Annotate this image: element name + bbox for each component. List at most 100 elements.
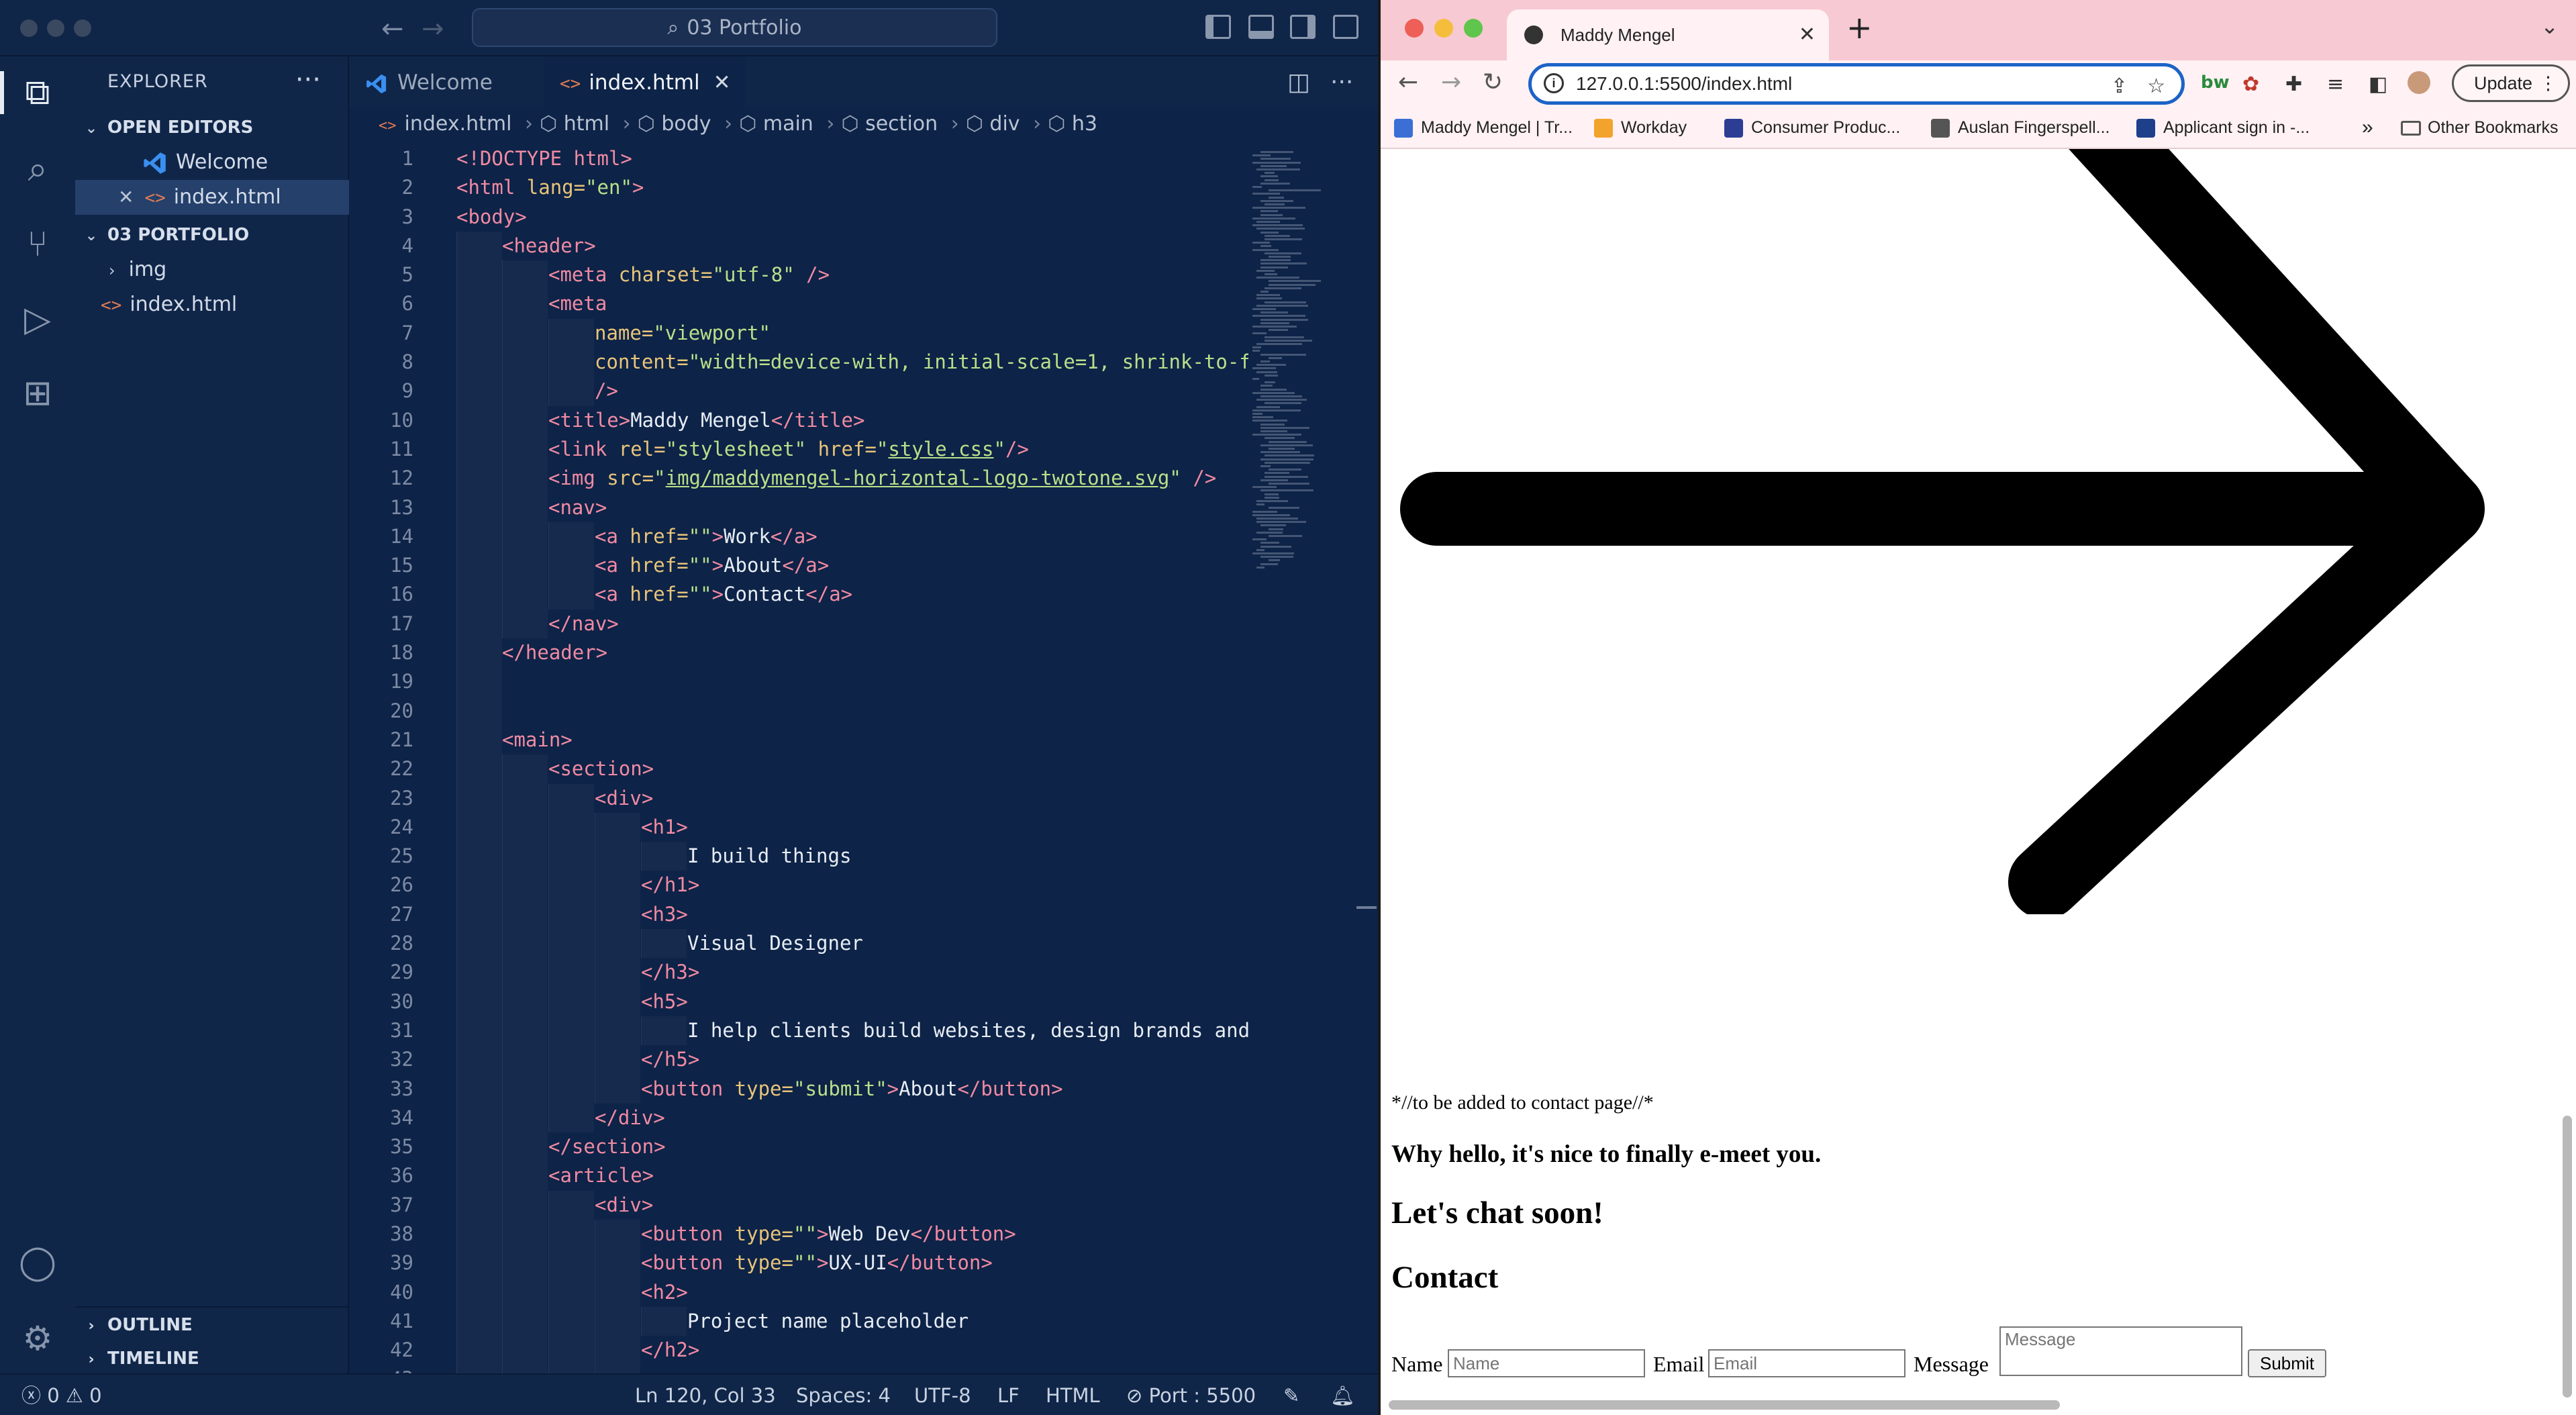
bookmark-star-icon[interactable]: ☆ <box>2147 69 2165 104</box>
line-number: 8 <box>401 350 413 374</box>
bookmark-item[interactable]: Maddy Mengel | Tr... <box>1394 111 1573 144</box>
reload-icon[interactable]: ↻ <box>1483 68 1503 96</box>
new-tab-button[interactable]: + <box>1846 9 1873 46</box>
minimap[interactable] <box>1248 144 1356 614</box>
bookmark-item[interactable]: Applicant sign in -... <box>2136 111 2310 144</box>
info-icon[interactable]: i <box>1544 73 1564 93</box>
name-input[interactable]: Name <box>1448 1349 1645 1377</box>
customize-layout-icon[interactable] <box>1333 15 1358 39</box>
code-text: /> <box>595 379 618 403</box>
split-editor-icon[interactable]: ◫ <box>1287 68 1310 96</box>
minimize-window-button[interactable] <box>1434 19 1453 38</box>
bookmark-item[interactable]: Consumer Produc... <box>1724 111 1900 144</box>
tab-search-icon[interactable]: ⌄ <box>2540 13 2559 39</box>
minimap-line <box>1269 440 1307 443</box>
folder-item-img[interactable]: › img <box>75 252 349 287</box>
extensions-puzzle-icon[interactable]: ✚ <box>2285 72 2302 96</box>
zoom-window-button[interactable] <box>74 19 91 37</box>
extensions-icon[interactable]: ⊞ <box>16 372 59 415</box>
browser-tab[interactable]: Maddy Mengel ✕ <box>1507 9 1829 60</box>
breadcrumb-item[interactable]: h3 <box>1072 112 1097 136</box>
reading-list-icon[interactable]: ≡ <box>2327 72 2344 96</box>
breadcrumb-item[interactable]: section <box>865 112 938 136</box>
code-text: <h2> <box>641 1280 688 1304</box>
problems-status[interactable]: ⓧ 0 ⚠ 0 <box>21 1375 102 1415</box>
accounts-icon[interactable]: ◯ <box>16 1240 59 1283</box>
horizontal-scrollbar[interactable] <box>1389 1400 2060 1410</box>
code-editor[interactable]: 1 <!DOCTYPE html> 2 <html lang="en"> 3 <bod… <box>349 144 1248 1389</box>
submit-button[interactable]: Submit <box>2248 1349 2326 1377</box>
source-control-icon[interactable]: ⑂ <box>16 223 59 266</box>
folder-item-index-html[interactable]: <> index.html <box>75 287 349 322</box>
html-file-icon: <> <box>560 74 581 94</box>
minimap-line <box>1265 472 1290 475</box>
greeting-heading: Why hello, it's nice to finally e-meet y… <box>1391 1140 1822 1168</box>
extension-color-icon[interactable]: ✿ <box>2242 72 2259 96</box>
feedback-icon[interactable]: ✎ <box>1283 1375 1299 1415</box>
forward-arrow-icon[interactable]: → <box>1441 68 1461 96</box>
close-tab-icon[interactable]: ✕ <box>1799 9 1816 60</box>
breadcrumb-item[interactable]: main <box>763 112 813 136</box>
extension-bw-icon[interactable]: bw <box>2201 72 2230 93</box>
back-arrow-icon[interactable]: ← <box>1398 68 1418 96</box>
eol-status[interactable]: LF <box>997 1375 1020 1415</box>
cursor-position[interactable]: Ln 120, Col 33 <box>635 1375 776 1415</box>
breadcrumb-item[interactable]: body <box>661 112 711 136</box>
settings-gear-icon[interactable]: ⚙ <box>16 1317 59 1360</box>
zoom-window-button[interactable] <box>1464 19 1483 38</box>
vertical-scrollbar[interactable] <box>2563 1116 2572 1398</box>
open-editors-section[interactable]: ⌄ OPEN EDITORS <box>75 110 349 145</box>
breadcrumb-item[interactable]: div <box>989 112 1020 136</box>
code-line: 31 I help clients build websites, design … <box>349 1016 1248 1046</box>
minimap-line <box>1252 308 1277 310</box>
side-panel-icon[interactable]: ◧ <box>2369 72 2387 96</box>
explorer-icon[interactable]: ⧉ <box>0 71 59 114</box>
search-icon[interactable]: ⌕ <box>16 148 59 191</box>
message-textarea[interactable]: Message <box>1999 1326 2242 1376</box>
run-debug-icon[interactable]: ▷ <box>16 298 59 341</box>
command-center-search[interactable]: ⌕ 03 Portfolio <box>472 8 997 47</box>
close-window-button[interactable] <box>20 19 38 37</box>
bookmarks-overflow-button[interactable]: » <box>2362 111 2373 144</box>
other-bookmarks[interactable]: Other Bookmarks <box>2401 111 2559 144</box>
tab-welcome[interactable]: Welcome <box>349 56 544 109</box>
update-button[interactable]: Update ⋮ <box>2452 64 2570 102</box>
breadcrumb-item[interactable]: html <box>564 112 609 136</box>
open-editor-index-html[interactable]: ✕ <> index.html <box>75 180 349 215</box>
notifications-bell-icon[interactable]: 🔔︎ <box>1330 1375 1355 1415</box>
profile-avatar[interactable] <box>2408 71 2430 94</box>
toggle-panel-icon[interactable] <box>1248 15 1274 39</box>
folder-item-label: index.html <box>130 293 238 316</box>
open-editor-welcome[interactable]: Welcome <box>75 145 349 180</box>
more-actions-icon[interactable]: ··· <box>295 64 321 95</box>
minimap-line <box>1252 207 1305 209</box>
email-input[interactable]: Email <box>1708 1349 1905 1377</box>
toggle-sidebar-icon[interactable] <box>1205 15 1231 39</box>
live-server-status[interactable]: ⊘ Port : 5500 <box>1126 1375 1256 1415</box>
indentation-status[interactable]: Spaces: 4 <box>796 1375 891 1415</box>
close-icon[interactable]: ✕ <box>118 180 134 215</box>
folder-section[interactable]: ⌄ 03 PORTFOLIO <box>75 217 349 252</box>
close-icon[interactable]: ✕ <box>713 70 731 95</box>
forward-arrow-icon[interactable]: → <box>422 13 444 44</box>
page-viewport[interactable]: *//to be added to contact page//* Why he… <box>1381 149 2576 1415</box>
timeline-label: TIMELINE <box>107 1349 199 1369</box>
bookmark-item[interactable]: Auslan Fingerspell... <box>1931 111 2110 144</box>
close-window-button[interactable] <box>1405 19 1424 38</box>
language-mode[interactable]: HTML <box>1046 1375 1100 1415</box>
code-text: <section> <box>548 757 654 781</box>
timeline-section[interactable]: › TIMELINE <box>75 1341 349 1376</box>
back-arrow-icon[interactable]: ← <box>381 13 404 44</box>
minimize-window-button[interactable] <box>47 19 64 37</box>
bookmark-item[interactable]: Workday <box>1594 111 1687 144</box>
toggle-secondary-sidebar-icon[interactable] <box>1290 15 1316 39</box>
encoding-status[interactable]: UTF-8 <box>914 1375 971 1415</box>
outline-section[interactable]: › OUTLINE <box>75 1306 349 1341</box>
tab-index-html[interactable]: <> index.html ✕ <box>544 56 745 109</box>
address-bar[interactable]: i 127.0.0.1:5500/index.html ⇪ ☆ <box>1528 63 2185 105</box>
line-number: 37 <box>390 1193 413 1216</box>
scrollbar-indicator[interactable] <box>1356 906 1377 909</box>
breadcrumb-item[interactable]: index.html <box>405 112 512 136</box>
share-icon[interactable]: ⇪ <box>2111 69 2128 104</box>
more-actions-icon[interactable]: ··· <box>1330 68 1353 96</box>
